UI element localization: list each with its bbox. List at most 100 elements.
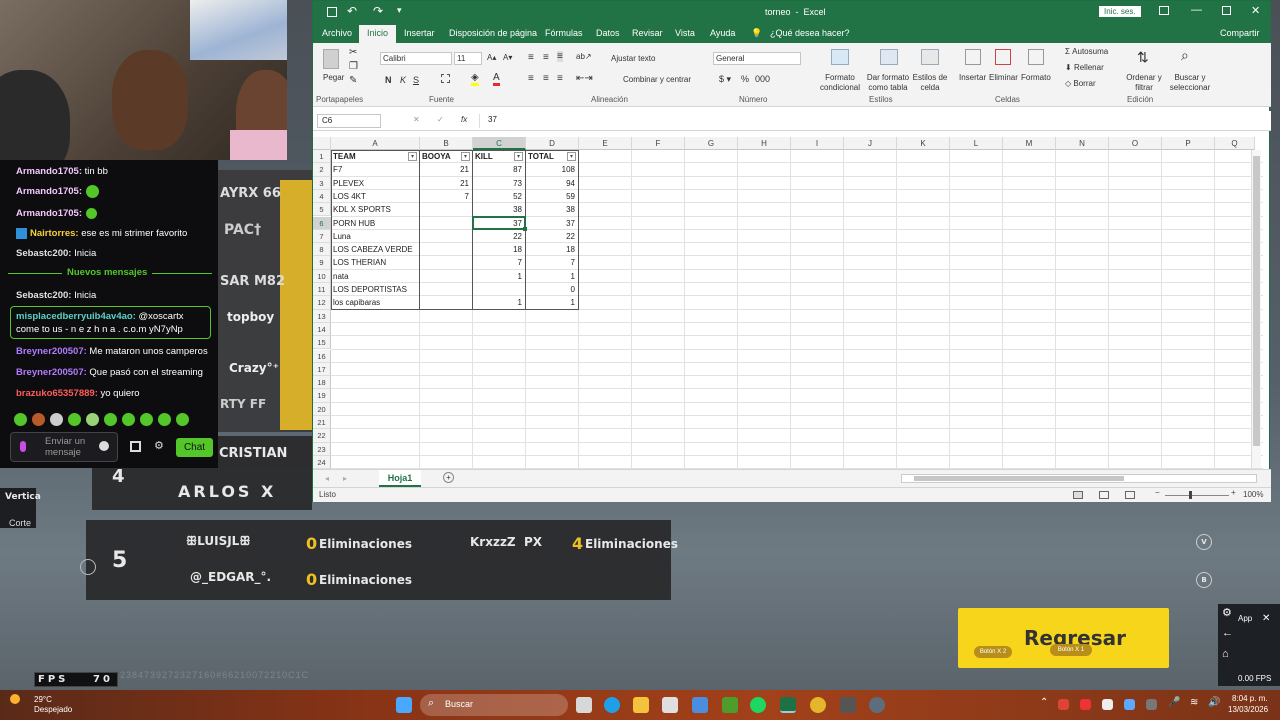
row-header[interactable]: 1 <box>313 150 331 164</box>
emoji-icon[interactable] <box>99 441 109 451</box>
vertical-scrollbar[interactable] <box>1251 150 1261 468</box>
prev-sheet-icon[interactable]: ◂ <box>325 474 329 483</box>
selected-cell[interactable] <box>472 215 526 230</box>
table-cell-total[interactable]: 1 <box>528 270 577 283</box>
paste-label[interactable]: Pegar <box>323 73 344 82</box>
spreadsheet-grid[interactable]: A B C D E F G H I J K L M N O P Q 1 2 3 4 5 6 7 8 9 10 11 12 13 14 15 16… <box>313 137 1263 469</box>
font-color-icon[interactable]: A <box>493 72 500 86</box>
close-icon[interactable]: ✕ <box>1251 4 1260 17</box>
zoom-slider[interactable] <box>1165 495 1229 496</box>
indent-icon[interactable]: ⇤⇥ <box>576 73 593 84</box>
table-cell-total[interactable]: 94 <box>528 177 577 190</box>
emote-bar[interactable] <box>14 413 214 427</box>
table-cell-team[interactable]: KDL X SPORTS <box>333 203 418 216</box>
table-cell-team[interactable]: los capibaras <box>333 296 418 309</box>
number-format-select[interactable]: General <box>713 52 801 65</box>
table-cell-booya[interactable] <box>422 217 471 230</box>
find-icon[interactable]: ⌕ <box>1181 47 1189 64</box>
fill-color-icon[interactable]: ◈ <box>471 72 479 86</box>
steam-icon[interactable] <box>869 697 885 713</box>
chat-username[interactable]: Armando1705: <box>16 208 82 219</box>
minimize-icon[interactable]: — <box>1191 4 1202 16</box>
minecraft-icon[interactable] <box>722 697 738 713</box>
column-header[interactable]: A <box>331 137 420 150</box>
align-middle-icon[interactable]: ≡ <box>543 52 549 63</box>
row-header[interactable]: 4 <box>313 189 331 204</box>
row-header[interactable]: 15 <box>313 336 331 350</box>
column-header[interactable]: I <box>791 137 844 150</box>
row-header[interactable]: 17 <box>313 362 331 377</box>
table-cell-booya[interactable]: 21 <box>422 163 471 176</box>
column-header[interactable]: P <box>1162 137 1215 150</box>
row-header[interactable]: 8 <box>313 243 331 257</box>
tab-vista[interactable]: Vista <box>675 28 695 38</box>
table-cell-total[interactable]: 37 <box>528 217 577 230</box>
table-cell-booya[interactable] <box>422 203 471 216</box>
fill-handle[interactable] <box>523 226 527 231</box>
align-center-icon[interactable]: ≡ <box>543 73 549 84</box>
back-icon[interactable]: ← <box>1222 627 1233 639</box>
qat-dropdown-icon[interactable]: ▾ <box>397 5 402 16</box>
table-cell-booya[interactable] <box>422 296 471 309</box>
zoom-in-icon[interactable]: + <box>1231 488 1236 497</box>
start-icon[interactable] <box>396 697 412 713</box>
sort-filter-icon[interactable]: ⇅ <box>1137 49 1149 66</box>
filter-dropdown-icon[interactable]: ▾ <box>567 152 576 161</box>
row-header[interactable]: 19 <box>313 389 331 403</box>
clock-date[interactable]: 13/03/2026 <box>1228 705 1268 714</box>
tab-ayuda[interactable]: Ayuda <box>710 28 735 38</box>
tab-inicio[interactable]: Inicio <box>359 25 397 43</box>
table-cell-kill[interactable]: 73 <box>475 177 524 190</box>
tab-disposicion[interactable]: Disposición de página <box>449 28 537 38</box>
mic-tray-icon[interactable]: 🎤 <box>1168 697 1180 708</box>
copy-icon[interactable]: ❐ <box>349 61 358 72</box>
select-all-corner[interactable] <box>313 137 331 150</box>
row-header[interactable]: 20 <box>313 402 331 416</box>
table-cell-kill[interactable]: 52 <box>475 190 524 203</box>
row-header[interactable]: 18 <box>313 376 331 390</box>
store-icon[interactable] <box>662 697 678 713</box>
table-cell-total[interactable]: 0 <box>528 283 577 296</box>
table-cell-kill[interactable]: 1 <box>475 270 524 283</box>
chat-username[interactable]: Breyner200507: <box>16 367 87 378</box>
app-icon[interactable] <box>692 697 708 713</box>
search-box[interactable]: ⌕ Buscar <box>420 694 568 716</box>
filter-dropdown-icon[interactable]: ▾ <box>461 152 470 161</box>
excel-icon[interactable] <box>780 697 796 713</box>
row-header[interactable]: 11 <box>313 283 331 297</box>
table-header-cell[interactable]: BOOYA <box>422 150 459 163</box>
align-left-icon[interactable]: ≡ <box>528 73 534 84</box>
row-header[interactable]: 14 <box>313 322 331 337</box>
scrollbar-thumb[interactable] <box>1253 156 1260 446</box>
row-header[interactable]: 10 <box>313 269 331 283</box>
sheet-tab-hoja1[interactable]: Hoja1 <box>379 470 421 487</box>
emote-icon[interactable] <box>32 413 45 426</box>
column-header[interactable]: L <box>950 137 1003 150</box>
column-header[interactable]: H <box>738 137 791 150</box>
normal-view-icon[interactable] <box>1073 491 1083 499</box>
conditional-format-button[interactable]: Formato condicional <box>815 73 865 93</box>
table-cell-booya[interactable] <box>422 230 471 243</box>
table-cell-team[interactable]: LOS 4KT <box>333 190 418 203</box>
cancel-icon[interactable]: ✕ <box>413 115 420 124</box>
tray-icon[interactable] <box>1102 699 1113 710</box>
table-cell-kill[interactable]: 38 <box>475 203 524 216</box>
terminal-icon[interactable] <box>840 697 856 713</box>
format-cells-button[interactable]: Formato <box>1021 73 1051 82</box>
table-cell-total[interactable]: 22 <box>528 230 577 243</box>
italic-button[interactable]: K <box>400 75 406 85</box>
tray-chevron-icon[interactable]: ⌃ <box>1040 697 1048 708</box>
cell-styles-icon[interactable] <box>921 49 939 65</box>
delete-cells-icon[interactable] <box>995 49 1011 65</box>
tab-revisar[interactable]: Revisar <box>632 28 663 38</box>
emote-icon[interactable] <box>176 413 189 426</box>
table-header-cell[interactable]: TEAM <box>333 150 406 163</box>
tab-datos[interactable]: Datos <box>596 28 620 38</box>
row-header[interactable]: 9 <box>313 256 331 270</box>
align-top-icon[interactable]: ≡ <box>528 52 534 63</box>
tab-archivo[interactable]: Archivo <box>322 28 352 38</box>
row-header[interactable]: 23 <box>313 442 331 456</box>
table-cell-kill[interactable]: 22 <box>475 230 524 243</box>
wrap-text-button[interactable]: Ajustar texto <box>611 54 655 63</box>
table-cell-kill[interactable]: 87 <box>475 163 524 176</box>
